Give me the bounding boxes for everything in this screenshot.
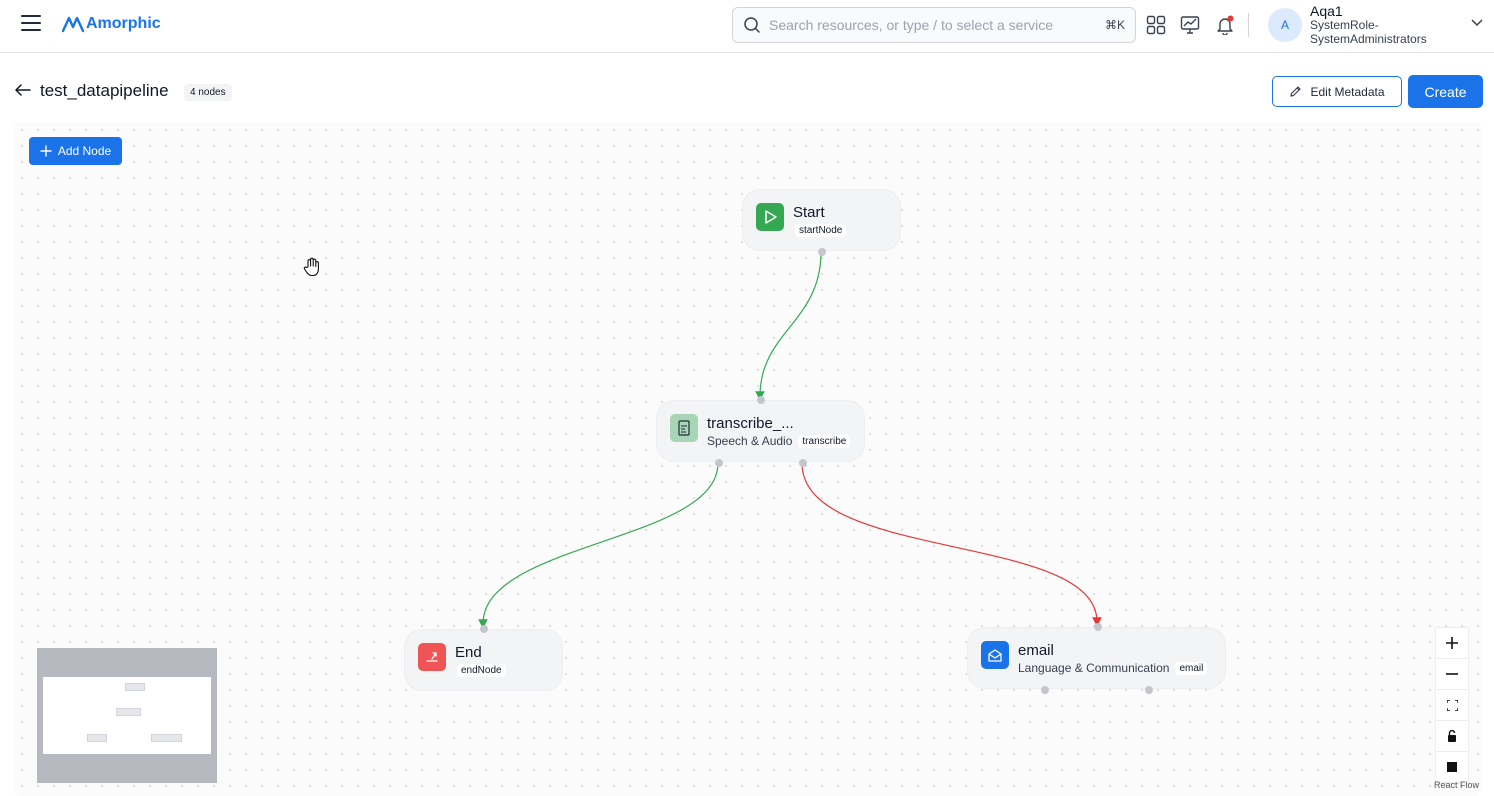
minimap[interactable] [37,648,217,783]
zoom-out-icon[interactable] [1436,659,1468,690]
minimap-node [87,734,107,742]
avatar[interactable]: A [1268,8,1302,42]
node-tag: endNode [457,664,506,677]
node-handle-top[interactable] [1094,623,1102,631]
node-subtitle: startNode [795,224,847,237]
node-handle-top[interactable] [480,625,488,633]
pencil-icon [1290,86,1302,97]
lock-icon[interactable] [1436,721,1468,752]
brand-name: Amorphic [86,15,161,32]
page-header: test_datapipeline 4 nodes Edit Metadata … [0,53,1494,123]
hand-cursor-icon [303,257,319,277]
menu-icon[interactable] [21,15,41,31]
node-tag: email [1175,661,1208,675]
search-shortcut: ⌘K [1104,18,1125,32]
amorphic-logo-icon [62,16,84,33]
chevron-down-icon[interactable] [1470,18,1484,28]
flow-controls [1436,628,1468,783]
node-category: Speech & Audio [707,434,793,448]
search-icon [744,17,760,33]
edge-transcribe-email[interactable] [801,462,1102,627]
apps-grid-icon[interactable] [1145,14,1167,36]
react-flow-attribution[interactable]: React Flow [1434,780,1479,790]
flow-node-transcribe[interactable]: transcribe_... Speech & Audio transcribe [656,396,865,467]
node-subtitle: endNode [457,664,506,677]
brand-logo[interactable]: Amorphic [62,12,161,36]
node-title: email [1018,642,1054,659]
create-button[interactable]: Create [1408,75,1483,108]
page-title: test_datapipeline [40,81,169,100]
node-title: Start [793,204,825,221]
user-name: Aqa1 [1310,3,1343,19]
user-role-line1: SystemRole- [1310,18,1379,32]
node-tag: startNode [795,224,847,237]
node-handle-top[interactable] [757,396,765,404]
audio-document-icon [670,414,698,442]
node-handle-bottom[interactable] [818,248,826,256]
node-title: transcribe_... [707,415,794,432]
zoom-in-icon[interactable] [1436,628,1468,659]
play-icon [756,203,784,231]
mail-open-icon [981,641,1009,669]
edit-metadata-button[interactable]: Edit Metadata [1272,76,1402,107]
node-category: Language & Communication [1018,661,1170,675]
node-subtitle-row: Language & Communication email [1018,661,1208,675]
back-arrow-icon[interactable] [15,83,31,97]
notification-dot [1227,15,1234,22]
node-title: End [455,644,482,661]
node-handle-success[interactable] [715,459,723,467]
minimap-node [125,683,145,691]
search-input[interactable] [769,17,1105,33]
user-info[interactable]: Aqa1 SystemRole- SystemAdministrators [1310,4,1427,46]
node-handle-failure[interactable] [1145,686,1153,694]
flow-node-email[interactable]: email Language & Communication email [967,623,1226,694]
flow-node-start[interactable]: Start startNode [742,189,901,256]
node-subtitle-row: Speech & Audio transcribe [707,434,851,448]
header-divider [1248,13,1249,37]
edge-transcribe-end[interactable] [478,462,719,629]
fit-view-icon[interactable] [1436,690,1468,721]
minimap-node [151,734,182,742]
flow-node-end[interactable]: End endNode [404,625,563,691]
top-bar: Amorphic ⌘K A Aqa1 SystemRole- SystemAdm… [0,0,1494,53]
monitor-chart-icon[interactable] [1179,14,1201,36]
node-count-badge: 4 nodes [184,84,232,101]
user-role-line2: SystemAdministrators [1310,32,1427,46]
minimap-viewport[interactable] [43,677,211,754]
flow-canvas[interactable]: Add Node Start startNode transcribe_... … [14,122,1481,796]
bell-icon[interactable] [1214,14,1236,36]
edit-metadata-label: Edit Metadata [1310,84,1385,99]
search-box[interactable]: ⌘K [732,7,1136,43]
node-handle-success[interactable] [1041,686,1049,694]
node-tag: transcribe [798,434,851,448]
edge-start-transcribe[interactable] [755,251,822,401]
minimap-node [116,708,141,716]
node-handle-failure[interactable] [799,459,807,467]
exit-icon [418,643,446,671]
square-icon[interactable] [1436,752,1468,783]
